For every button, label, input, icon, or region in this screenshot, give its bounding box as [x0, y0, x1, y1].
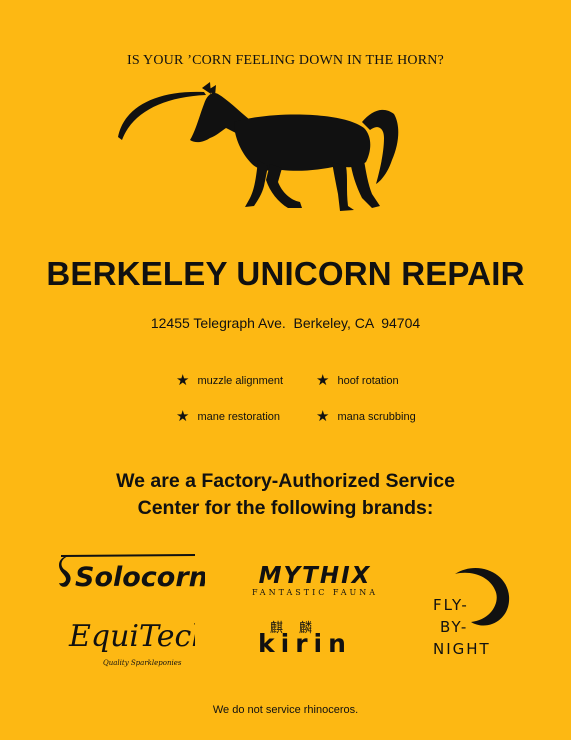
mythix-logo: MYTHIX FANTASTIC FAUNA	[252, 563, 378, 597]
star-icon: ★	[316, 372, 330, 389]
authorized-line-2: Center for the following brands:	[137, 497, 434, 519]
service-item: ★ hoof rotation	[316, 373, 399, 388]
fly-by-night-logo: FLY- BY- NIGHT	[433, 568, 510, 658]
tagline: IS YOUR ’CORN FEELING DOWN IN THE HORN?	[127, 53, 444, 68]
equitech-tagline: Quality Sparkleponies	[103, 659, 182, 667]
service-label: mana scrubbing	[337, 410, 416, 423]
fly-by-night-line-3: NIGHT	[433, 640, 491, 658]
kirin-wordmark: kirin	[258, 629, 352, 658]
business-address: 12455 Telegraph Ave. Berkeley, CA 94704	[150, 315, 421, 331]
business-name: BERKELEY UNICORN REPAIR	[46, 255, 525, 292]
service-item: ★ mane restoration	[176, 409, 280, 424]
service-item: ★ mana scrubbing	[316, 409, 416, 424]
unicorn-silhouette-icon	[110, 80, 410, 215]
star-icon: ★	[316, 408, 330, 425]
fly-by-night-line-2: BY-	[440, 618, 468, 636]
service-item: ★ muzzle alignment	[176, 373, 283, 388]
solocorn-logo: Solocorn	[59, 554, 205, 592]
footer-note: We do not service rhinoceros.	[212, 704, 359, 716]
kirin-logo: 麒麟 kirin	[258, 620, 352, 658]
star-icon: ★	[176, 372, 190, 389]
star-icon: ★	[176, 408, 190, 425]
service-label: mane restoration	[197, 410, 280, 423]
solocorn-wordmark: Solocorn	[75, 562, 205, 592]
authorized-line-1: We are a Factory-Authorized Service	[116, 470, 455, 492]
equitech-logo: EquiTech Quality Sparkleponies	[68, 619, 195, 667]
authorized-service-heading: We are a Factory-Authorized Service Cent…	[0, 468, 571, 522]
equitech-wordmark: EquiTech	[68, 619, 195, 654]
mythix-tagline: FANTASTIC FAUNA	[252, 588, 378, 597]
service-label: muzzle alignment	[197, 374, 284, 387]
mythix-wordmark: MYTHIX	[259, 563, 372, 589]
fly-by-night-line-1: FLY-	[433, 596, 469, 614]
service-label: hoof rotation	[337, 374, 399, 387]
